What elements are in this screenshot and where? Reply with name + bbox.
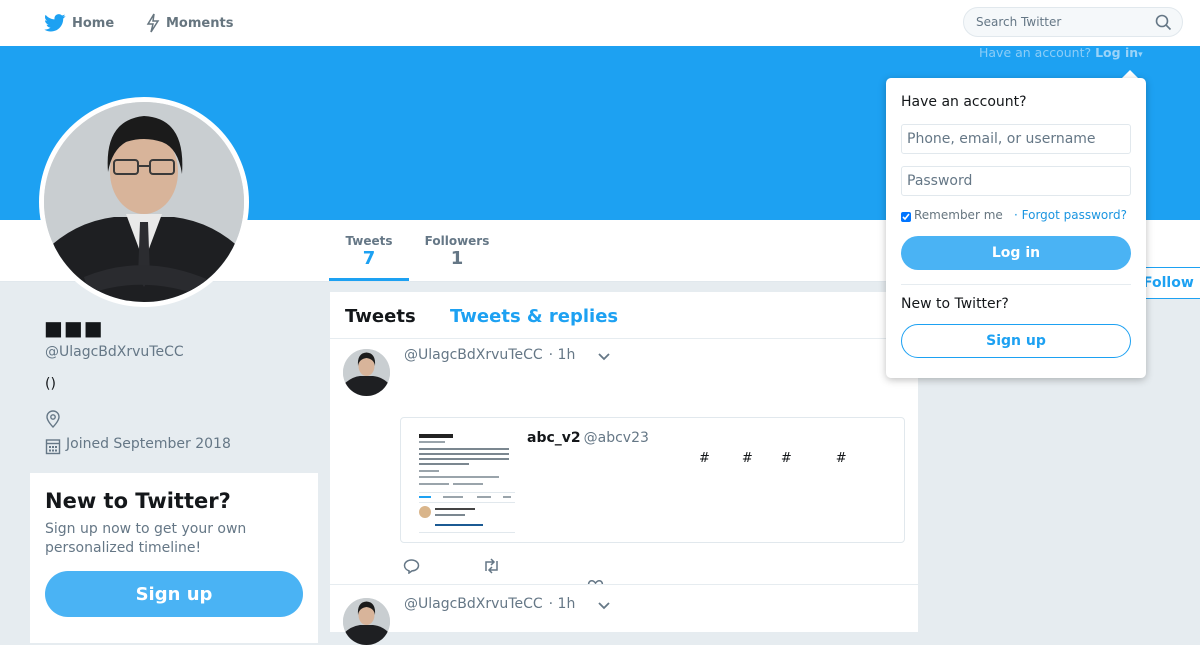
person-portrait-icon bbox=[343, 349, 390, 396]
dropdown-title: Have an account? bbox=[901, 94, 1027, 110]
nav-moments[interactable]: Moments bbox=[146, 0, 233, 46]
have-account-text: Have an account? bbox=[979, 45, 1092, 60]
password-field[interactable] bbox=[901, 166, 1131, 196]
signup-label: Sign up bbox=[135, 583, 213, 605]
nav-home[interactable]: Home bbox=[44, 0, 114, 46]
tab-tweets-replies[interactable]: Tweets & replies bbox=[450, 306, 618, 327]
calendar-icon bbox=[45, 439, 61, 455]
card-handle: @abcv23 bbox=[583, 430, 649, 446]
link-card[interactable]: abc_v2 @abcv23 # # # # bbox=[400, 417, 905, 543]
hashtag[interactable]: # bbox=[836, 451, 847, 466]
hashtag[interactable]: # bbox=[699, 451, 710, 466]
new-card-text: Sign up now to get your own personalized… bbox=[45, 521, 247, 556]
tweet-time[interactable]: 1h bbox=[558, 347, 576, 363]
search-input[interactable] bbox=[963, 7, 1183, 37]
profile-handle: @UlagcBdXrvuTeCC bbox=[45, 344, 184, 360]
stat-followers-value: 1 bbox=[450, 248, 464, 269]
card-name: abc_v2 bbox=[527, 430, 581, 446]
avatar-photo bbox=[44, 102, 244, 302]
person-portrait-icon bbox=[44, 102, 244, 302]
stat-followers[interactable]: Followers 1 bbox=[420, 234, 494, 269]
profile-bio: () bbox=[45, 376, 56, 392]
joined-date: Joined September 2018 bbox=[66, 436, 231, 452]
active-stat-underline bbox=[329, 278, 409, 281]
stat-followers-label: Followers bbox=[424, 234, 490, 248]
retweet-icon[interactable] bbox=[482, 558, 501, 574]
person-portrait-icon bbox=[343, 598, 390, 645]
tweet-divider bbox=[330, 584, 918, 585]
tweet-time[interactable]: 1h bbox=[558, 596, 576, 612]
card-thumbnail bbox=[413, 428, 521, 538]
stat-tweets[interactable]: Tweets 7 bbox=[330, 234, 408, 269]
signup-button[interactable]: Sign up bbox=[45, 571, 303, 617]
username-field[interactable] bbox=[901, 124, 1131, 154]
reply-icon[interactable] bbox=[403, 558, 420, 574]
twitter-bird-icon bbox=[44, 14, 66, 32]
hashtag[interactable]: # bbox=[742, 451, 753, 466]
forgot-password-link[interactable]: · Forgot password? bbox=[1014, 208, 1127, 222]
tweet-time-separator: · bbox=[548, 347, 554, 363]
location-icon bbox=[46, 410, 60, 428]
tweet-meta: @UlagcBdXrvuTeCC · 1h bbox=[404, 347, 575, 363]
profile-screenshot-thumbnail bbox=[413, 428, 521, 538]
timeline: Tweets Tweets & replies @UlagcBdXrvuTeCC… bbox=[330, 292, 918, 645]
dropdown-signup-button[interactable]: Sign up bbox=[901, 324, 1131, 358]
chevron-down-icon[interactable] bbox=[597, 352, 611, 362]
nav-moments-label: Moments bbox=[166, 15, 234, 31]
hashtag[interactable]: # bbox=[781, 451, 792, 466]
tweet-avatar[interactable] bbox=[343, 349, 390, 396]
dropdown-new-title: New to Twitter? bbox=[901, 296, 1009, 312]
timeline-tabs: Tweets Tweets & replies bbox=[330, 292, 918, 339]
tweet-handle[interactable]: @UlagcBdXrvuTeCC bbox=[404, 347, 543, 363]
search-icon[interactable] bbox=[1155, 14, 1172, 31]
profile-name: ■■■ bbox=[44, 316, 104, 340]
follow-label: Follow bbox=[1143, 275, 1194, 291]
new-card-title: New to Twitter? bbox=[45, 489, 231, 513]
stat-tweets-value: 7 bbox=[362, 248, 376, 269]
top-nav: Home Moments bbox=[0, 0, 1200, 47]
stat-tweets-label: Tweets bbox=[345, 234, 393, 248]
remember-me-checkbox[interactable] bbox=[901, 212, 911, 222]
profile-avatar[interactable] bbox=[39, 97, 249, 307]
login-dropdown: Have an account? Remember me · Forgot pa… bbox=[886, 78, 1146, 378]
login-link[interactable]: Log in bbox=[1095, 45, 1138, 60]
chevron-down-icon[interactable] bbox=[597, 601, 611, 611]
card-title: abc_v2 @abcv23 bbox=[527, 430, 649, 446]
dropdown-divider bbox=[901, 284, 1131, 285]
tweet-avatar[interactable] bbox=[343, 598, 390, 645]
new-to-twitter-card: New to Twitter? Sign up now to get your … bbox=[30, 473, 318, 643]
tab-tweets[interactable]: Tweets bbox=[345, 306, 416, 327]
caret-down-icon: ▾ bbox=[1138, 50, 1143, 60]
login-hint[interactable]: Have an account? Log in▾ bbox=[979, 45, 1143, 60]
login-button-label: Log in bbox=[991, 245, 1041, 261]
remember-me-label[interactable]: Remember me bbox=[914, 208, 1003, 222]
tweet-handle[interactable]: @UlagcBdXrvuTeCC bbox=[404, 596, 543, 612]
tweet-time-separator: · bbox=[548, 596, 554, 612]
nav-home-label: Home bbox=[72, 15, 115, 31]
dropdown-signup-label: Sign up bbox=[986, 333, 1046, 349]
tweet-meta: @UlagcBdXrvuTeCC · 1h bbox=[404, 596, 575, 612]
login-button[interactable]: Log in bbox=[901, 236, 1131, 270]
lightning-icon bbox=[146, 13, 160, 33]
card-description: # # # # bbox=[699, 451, 879, 466]
